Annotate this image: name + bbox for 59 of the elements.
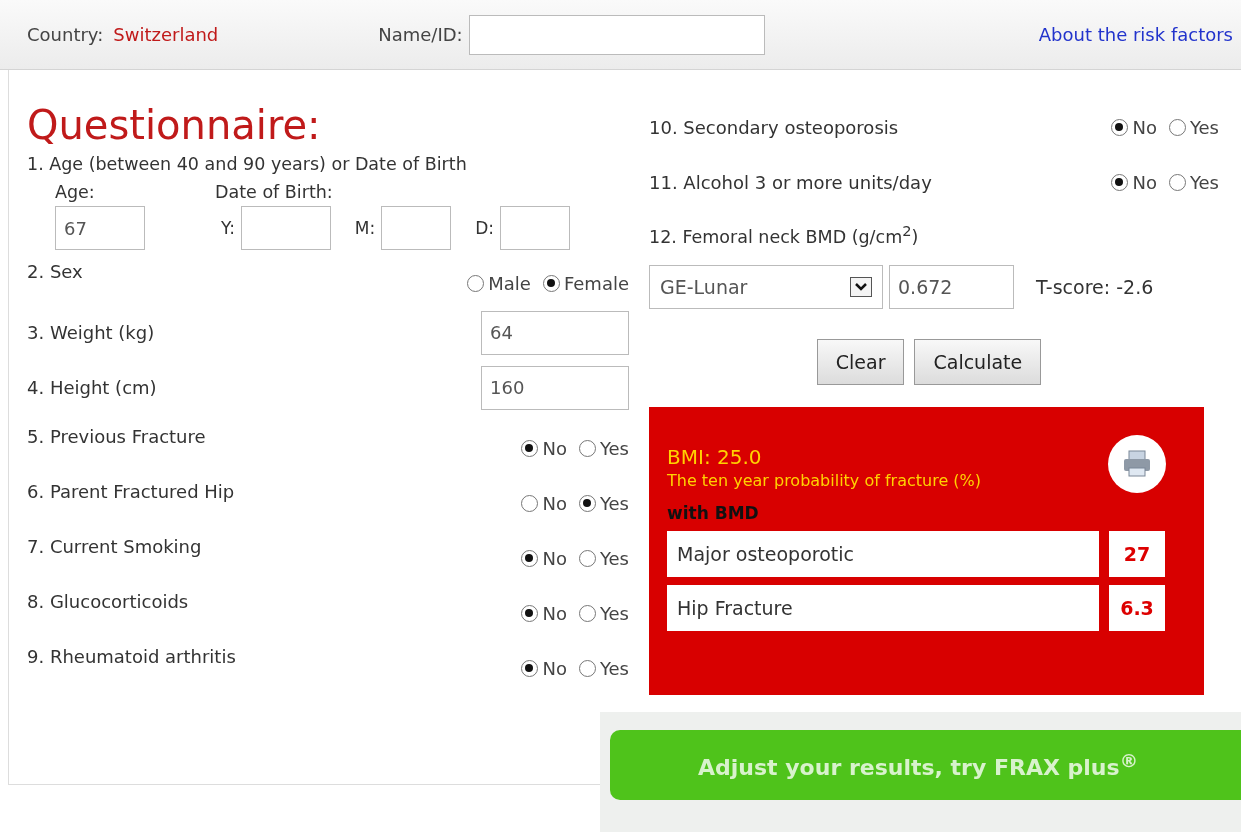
section-heading: with BMD bbox=[667, 502, 760, 523]
radio-option[interactable]: Yes bbox=[578, 548, 629, 569]
t-score: T-score: -2.6 bbox=[1036, 275, 1154, 298]
radio-option[interactable]: No bbox=[521, 438, 567, 459]
radio-option[interactable]: Yes bbox=[578, 658, 629, 679]
number-field[interactable]: 64 bbox=[481, 310, 629, 355]
date-part-label: Y: bbox=[221, 218, 235, 238]
print-icon[interactable] bbox=[1108, 434, 1166, 493]
name-label: Name/ID: bbox=[378, 24, 463, 45]
date-part-field[interactable] bbox=[240, 206, 331, 250]
question-label: 9. Rheumatoid arthritis bbox=[27, 646, 236, 667]
radio-option[interactable]: No bbox=[1111, 117, 1157, 138]
result-label: Major osteoporotic bbox=[667, 530, 1099, 577]
number-field[interactable]: 160 bbox=[481, 365, 629, 410]
bmd-field[interactable]: 0.672 bbox=[889, 264, 1014, 309]
result-value: 27 bbox=[1109, 530, 1165, 577]
result-label: Hip Fracture bbox=[667, 584, 1099, 631]
question-label: 6. Parent Fractured Hip bbox=[27, 481, 235, 502]
question-label: 12. Femoral neck BMD (g/cm$^{2}$) bbox=[649, 222, 920, 247]
country-label: Country: bbox=[27, 24, 104, 45]
bmi-value: BMI: 25.0 bbox=[667, 444, 763, 469]
question-label: 5. Previous Fracture bbox=[27, 426, 206, 447]
radio-option[interactable]: No bbox=[1111, 172, 1157, 193]
radio-option[interactable]: No bbox=[521, 493, 567, 514]
radio-option[interactable]: Yes bbox=[578, 603, 629, 624]
radio-option[interactable]: Yes bbox=[1168, 172, 1219, 193]
date-part-label: M: bbox=[354, 218, 376, 238]
questionnaire-title: Questionnaire: bbox=[27, 101, 322, 150]
date-part-field[interactable] bbox=[500, 206, 571, 250]
action-button[interactable]: Calculate bbox=[914, 338, 1042, 385]
age-field[interactable]: 67 bbox=[55, 206, 145, 250]
name-field[interactable] bbox=[468, 14, 765, 55]
date-of-birth-label: Date of Birth: bbox=[215, 182, 333, 202]
question-label: 11. Alcohol 3 or more units/day bbox=[649, 172, 932, 193]
age-label: Age: bbox=[55, 182, 96, 202]
question-label: 3. Weight (kg) bbox=[27, 322, 155, 343]
radio-option[interactable]: No bbox=[521, 603, 567, 624]
radio-option[interactable]: Male bbox=[467, 273, 531, 294]
probability-caption: The ten year probability of fracture (%) bbox=[667, 470, 981, 490]
radio-option[interactable]: No bbox=[521, 548, 567, 569]
country-value: Switzerland bbox=[113, 24, 219, 45]
radio-option[interactable]: Yes bbox=[578, 493, 629, 514]
caret-icon bbox=[850, 276, 872, 297]
question-label: 10. Secondary osteoporosis bbox=[649, 117, 899, 138]
radio-option[interactable]: Female bbox=[542, 273, 629, 294]
question-label: 8. Glucocorticoids bbox=[27, 591, 189, 612]
question-label: 4. Height (cm) bbox=[27, 377, 157, 398]
question-label: 1. Age (between 40 and 90 years) or Date of Birth bbox=[27, 154, 468, 174]
question-label: 2. Sex bbox=[27, 261, 83, 282]
radio-option[interactable]: Yes bbox=[578, 438, 629, 459]
date-part-field[interactable] bbox=[381, 206, 452, 250]
question-label: 7. Current Smoking bbox=[27, 536, 202, 557]
device-dropdown[interactable]: GE-Lunar bbox=[649, 264, 883, 309]
radio-option[interactable]: No bbox=[521, 658, 567, 679]
date-part-label: D: bbox=[475, 218, 495, 238]
action-button[interactable]: Clear bbox=[816, 338, 905, 385]
radio-option[interactable]: Yes bbox=[1168, 117, 1219, 138]
about-risk-factors-link[interactable]: About the risk factors bbox=[1038, 24, 1233, 45]
result-value: 6.3 bbox=[1109, 584, 1165, 631]
